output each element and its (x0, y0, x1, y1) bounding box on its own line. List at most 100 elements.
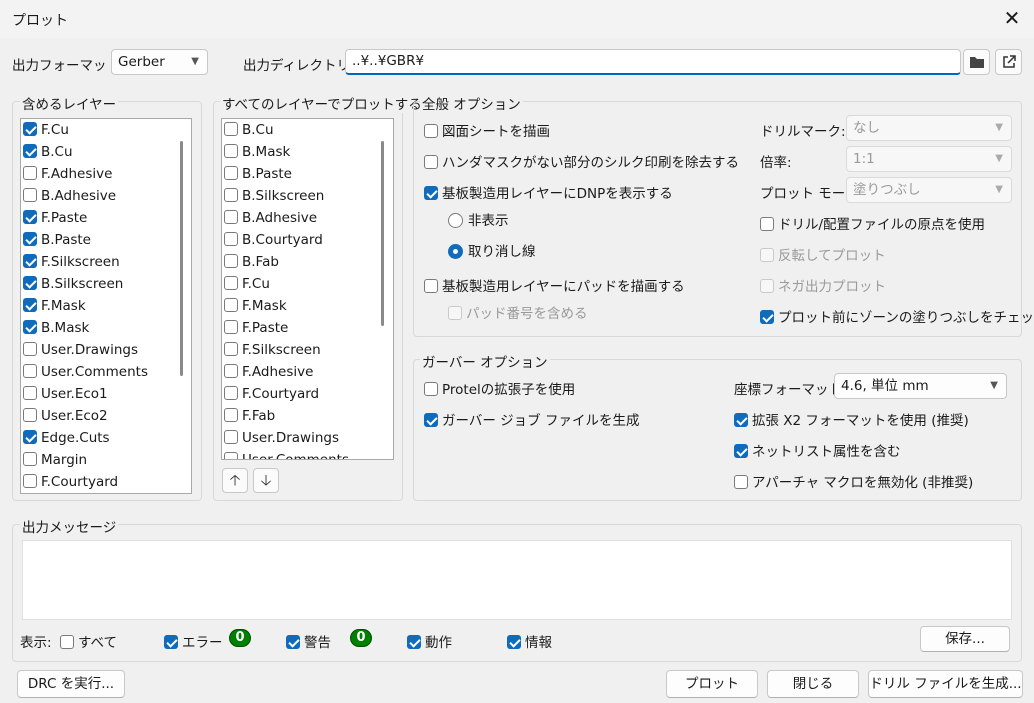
save-messages-button[interactable]: 保存... (920, 626, 1010, 652)
all-layer-item[interactable]: B.Cu (224, 119, 274, 141)
include-layer-item[interactable]: User.Drawings (23, 339, 138, 361)
checkbox-box[interactable] (23, 342, 37, 356)
all-layers-list[interactable]: B.Cu B.Mask B.Paste B.Silkscreen B.Adhesive B… (221, 118, 394, 460)
folder-browse-button[interactable] (963, 49, 990, 75)
checkbox-box[interactable] (23, 452, 37, 466)
disable-macros-checkbox[interactable]: アパーチャ マクロを無効化 (非推奨) (734, 471, 973, 491)
x2-format-checkbox[interactable]: 拡張 X2 フォーマットを使用 (推奨) (734, 409, 969, 429)
checkbox-box[interactable] (224, 188, 238, 202)
all-layer-item[interactable]: F.Adhesive (224, 361, 313, 383)
checkbox-box[interactable] (23, 320, 37, 334)
move-up-button[interactable]: 🡡 (222, 468, 248, 493)
close-icon[interactable]: ✕ (1000, 6, 1024, 30)
open-directory-button[interactable] (995, 49, 1022, 75)
dnp-hide-radio[interactable]: 非表示 (448, 209, 509, 229)
all-layer-item[interactable]: User.Drawings (224, 427, 339, 449)
checkbox-box[interactable] (23, 166, 37, 180)
include-layer-item[interactable]: User.Eco2 (23, 405, 108, 427)
all-layer-item[interactable]: F.Courtyard (224, 383, 319, 405)
all-layer-item[interactable]: F.Mask (224, 295, 287, 317)
checkbox-box[interactable] (224, 298, 238, 312)
all-layer-item[interactable]: B.Fab (224, 251, 279, 273)
close-button[interactable]: 閉じる (767, 670, 859, 698)
plot-button[interactable]: プロット (666, 670, 758, 698)
include-layer-item[interactable]: Edge.Cuts (23, 427, 110, 449)
include-layer-item[interactable]: B.Mask (23, 317, 89, 339)
all-layer-item[interactable]: F.Silkscreen (224, 339, 321, 361)
protel-ext-checkbox[interactable]: Protelの拡張子を使用 (424, 378, 575, 398)
include-layers-list[interactable]: F.Cu B.Cu F.Adhesive B.Adhesive F.Paste B.Pas… (20, 118, 192, 494)
checkbox-box[interactable] (23, 430, 37, 444)
checkbox-box[interactable] (23, 210, 37, 224)
scrollbar-thumb[interactable] (180, 141, 183, 376)
run-drc-button[interactable]: DRC を実行... (17, 670, 125, 698)
messages-panel[interactable] (22, 540, 1012, 620)
check-zones-checkbox[interactable]: プロット前にゾーンの塗りつぶしをチェック (760, 306, 1034, 326)
output-dir-input[interactable]: ..¥..¥GBR¥ (345, 49, 961, 75)
checkbox-box[interactable] (224, 210, 238, 224)
checkbox-box[interactable] (224, 430, 238, 444)
include-layer-item[interactable]: F.Paste (23, 207, 87, 229)
checkbox-box[interactable] (23, 232, 37, 246)
netlist-attr-checkbox[interactable]: ネットリスト属性を含む (734, 440, 901, 460)
checkbox-box[interactable] (23, 122, 37, 136)
scale-select[interactable]: 1:1 ▼ (846, 146, 1012, 172)
checkbox-box[interactable] (224, 408, 238, 422)
show-dnp-checkbox[interactable]: 基板製造用レイヤーにDNPを表示する (424, 182, 673, 202)
include-layer-item[interactable]: User.Eco1 (23, 383, 108, 405)
include-layer-item[interactable]: F.Courtyard (23, 471, 118, 493)
checkbox-box[interactable] (224, 166, 238, 180)
include-layer-item[interactable]: B.Silkscreen (23, 273, 123, 295)
filter-info-checkbox[interactable]: 情報 (507, 631, 552, 651)
checkbox-box[interactable] (23, 276, 37, 290)
checkbox-box[interactable] (224, 276, 238, 290)
checkbox-box[interactable] (224, 254, 238, 268)
checkbox-box[interactable] (224, 342, 238, 356)
include-layer-item[interactable]: B.Cu (23, 141, 73, 163)
plot-mode-select[interactable]: 塗りつぶし ▼ (846, 177, 1012, 203)
checkbox-box[interactable] (23, 474, 37, 488)
all-layer-item[interactable]: B.Courtyard (224, 229, 323, 251)
all-layer-item[interactable]: F.Fab (224, 405, 275, 427)
checkbox-box[interactable] (224, 364, 238, 378)
remove-silk-checkbox[interactable]: ハンダマスクがない部分のシルク印刷を除去する (424, 151, 739, 171)
generate-drill-button[interactable]: ドリル ファイルを生成... (868, 670, 1023, 698)
filter-all-checkbox[interactable]: すべて (60, 631, 117, 651)
negative-checkbox[interactable]: ネガ出力プロット (760, 275, 886, 295)
checkbox-box[interactable] (224, 144, 238, 158)
include-layer-item[interactable]: Margin (23, 449, 87, 471)
checkbox-box[interactable] (224, 122, 238, 136)
checkbox-box[interactable] (23, 408, 37, 422)
filter-errors-checkbox[interactable]: エラー (164, 631, 223, 651)
checkbox-box[interactable] (23, 188, 37, 202)
checkbox-box[interactable] (224, 386, 238, 400)
all-layer-item[interactable]: B.Adhesive (224, 207, 317, 229)
checkbox-box[interactable] (23, 254, 37, 268)
checkbox-box[interactable] (23, 386, 37, 400)
draw-pads-checkbox[interactable]: 基板製造用レイヤーにパッドを描画する (424, 275, 685, 295)
checkbox-box[interactable] (224, 232, 238, 246)
dnp-strike-radio[interactable]: 取り消し線 (448, 240, 536, 260)
include-layer-item[interactable]: F.Cu (23, 119, 69, 141)
draw-sheet-checkbox[interactable]: 図面シートを描画 (424, 120, 550, 140)
scrollbar-thumb[interactable] (381, 141, 384, 326)
checkbox-box[interactable] (23, 144, 37, 158)
filter-warnings-checkbox[interactable]: 警告 (286, 631, 331, 651)
checkbox-box[interactable] (224, 452, 238, 459)
drill-marks-select[interactable]: なし ▼ (846, 115, 1012, 141)
include-layer-item[interactable]: F.Silkscreen (23, 251, 120, 273)
all-layer-item[interactable]: F.Cu (224, 273, 270, 295)
all-layer-item[interactable]: F.Paste (224, 317, 288, 339)
all-layer-item[interactable]: B.Paste (224, 163, 292, 185)
include-layer-item[interactable]: F.Adhesive (23, 163, 112, 185)
mirror-checkbox[interactable]: 反転してプロット (760, 244, 886, 264)
checkbox-box[interactable] (23, 298, 37, 312)
all-layer-item[interactable]: B.Silkscreen (224, 185, 324, 207)
output-format-select[interactable]: Gerber ▼ (111, 49, 208, 75)
filter-actions-checkbox[interactable]: 動作 (407, 631, 452, 651)
move-down-button[interactable]: 🡣 (253, 468, 279, 493)
drill-origin-checkbox[interactable]: ドリル/配置ファイルの原点を使用 (760, 213, 985, 233)
include-layer-item[interactable]: User.Comments (23, 361, 148, 383)
all-layer-item[interactable]: B.Mask (224, 141, 290, 163)
include-layer-item[interactable]: B.Paste (23, 229, 91, 251)
